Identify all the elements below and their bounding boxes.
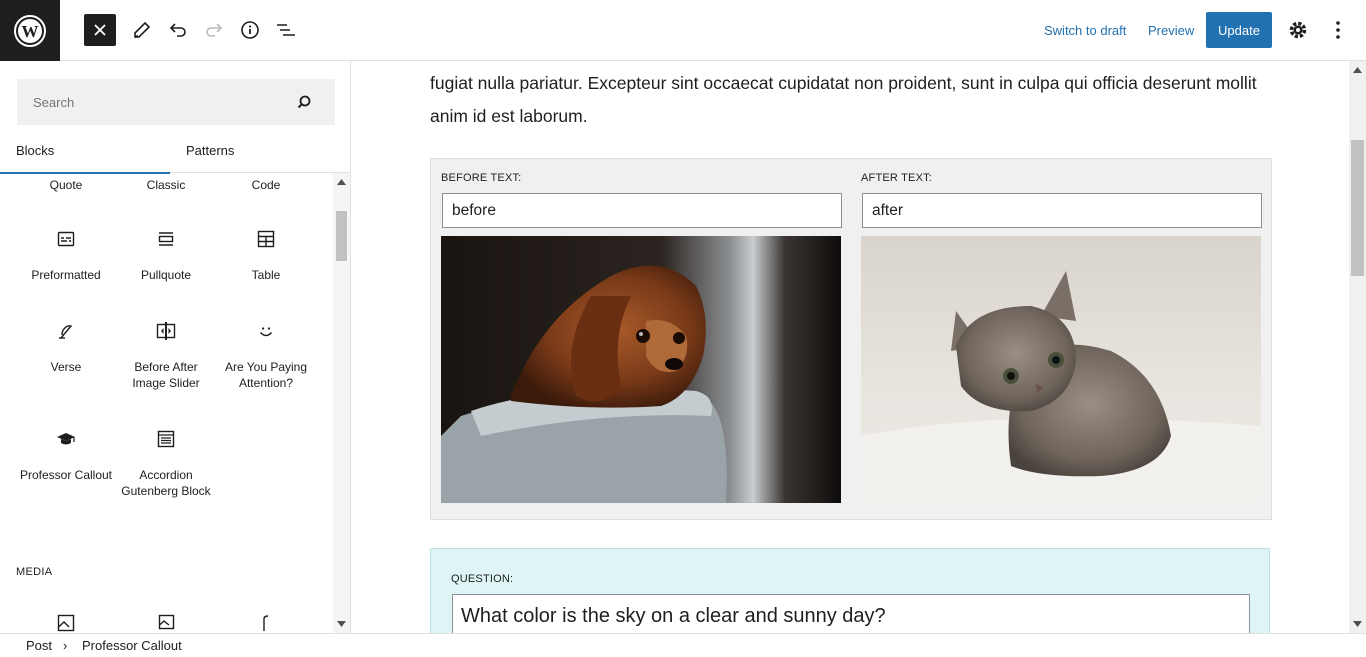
dog-photo xyxy=(441,236,841,503)
inserter-tabs: Blocks Patterns xyxy=(0,135,350,174)
redo-icon xyxy=(206,23,223,37)
are-you-paying-attention-block[interactable]: QUESTION: What color is the sky on a cle… xyxy=(430,548,1270,633)
preview-button[interactable]: Preview xyxy=(1148,22,1194,40)
vertical-ellipsis-icon xyxy=(1336,21,1340,39)
block-label: Before After Image Slider xyxy=(132,360,200,390)
smiley-icon xyxy=(259,327,273,337)
block-item-preformatted[interactable]: Preformatted xyxy=(16,229,116,283)
block-item-verse[interactable]: Verse xyxy=(16,321,116,375)
block-grid: Quote Classic Code Preformatted Pullquot… xyxy=(0,173,333,633)
tab-patterns[interactable]: Patterns xyxy=(170,135,340,173)
verse-icon xyxy=(59,325,73,339)
update-button[interactable]: Update xyxy=(1206,12,1272,48)
block-item-code[interactable]: Code xyxy=(216,177,316,193)
before-after-slider-block[interactable]: BEFORE TEXT: before AFTER TEXT: after xyxy=(430,158,1272,520)
after-text-input[interactable]: after xyxy=(862,193,1262,228)
options-button[interactable] xyxy=(1322,14,1354,46)
breadcrumb-separator: › xyxy=(63,638,68,653)
block-item-audio[interactable] xyxy=(216,613,316,633)
block-search-input[interactable]: Search xyxy=(17,79,335,125)
undo-icon xyxy=(169,23,186,37)
breadcrumb-post[interactable]: Post xyxy=(26,638,52,653)
block-item-classic[interactable]: Classic xyxy=(116,177,216,193)
switch-to-draft-button[interactable]: Switch to draft xyxy=(1044,22,1126,40)
tab-blocks[interactable]: Blocks xyxy=(0,135,170,174)
block-label: Table xyxy=(251,268,281,282)
scroll-up-icon xyxy=(1353,67,1362,73)
scroll-up-icon xyxy=(337,179,346,185)
search-placeholder: Search xyxy=(33,95,75,110)
audio-icon xyxy=(263,615,269,631)
breadcrumb-professor-callout[interactable]: Professor Callout xyxy=(82,638,182,653)
paragraph-block[interactable]: fugiat nulla pariatur. Excepteur sint oc… xyxy=(430,67,1270,133)
inserter-scrollbar-thumb[interactable] xyxy=(336,211,347,261)
scroll-down-icon xyxy=(1353,621,1362,627)
canvas-scrollbar-thumb[interactable] xyxy=(1351,140,1364,276)
category-media-heading: MEDIA xyxy=(16,566,53,578)
block-inserter-panel: Search Blocks Patterns Quote Classic Cod… xyxy=(0,61,351,633)
edit-tool-button[interactable] xyxy=(126,14,158,46)
block-item-before-after-image-slider[interactable]: Before After Image Slider xyxy=(116,321,216,391)
redo-button[interactable] xyxy=(198,14,230,46)
block-label: Accordion Gutenberg Block xyxy=(121,468,211,498)
before-text-input[interactable]: before xyxy=(442,193,842,228)
block-label: Quote xyxy=(49,178,83,192)
list-view-icon xyxy=(277,24,295,36)
block-item-professor-callout[interactable]: Professor Callout xyxy=(16,429,116,483)
search-icon xyxy=(297,95,311,109)
details-button[interactable] xyxy=(234,14,266,46)
close-inserter-button[interactable] xyxy=(84,14,116,46)
block-item-table[interactable]: Table xyxy=(216,229,316,283)
gear-icon xyxy=(1289,21,1307,39)
after-image[interactable] xyxy=(861,236,1261,503)
editor-header: W Switch to draft Preview Update xyxy=(0,0,1366,61)
block-label: Classic xyxy=(146,178,186,192)
block-item-are-you-paying-attention[interactable]: Are You Paying Attention? xyxy=(216,321,316,391)
scroll-down-icon xyxy=(337,621,346,627)
close-icon xyxy=(94,24,106,36)
editor-canvas: fugiat nulla pariatur. Excepteur sint oc… xyxy=(351,61,1349,633)
settings-button[interactable] xyxy=(1282,14,1314,46)
undo-button[interactable] xyxy=(162,14,194,46)
block-label: Professor Callout xyxy=(19,468,113,482)
info-icon xyxy=(241,21,259,39)
before-text-label: BEFORE TEXT: xyxy=(441,172,522,184)
block-item-image[interactable] xyxy=(16,613,116,633)
pencil-icon xyxy=(134,21,151,38)
question-label: QUESTION: xyxy=(451,573,514,585)
before-image[interactable] xyxy=(441,236,841,503)
image-slider-icon xyxy=(156,322,176,340)
block-item-pullquote[interactable]: Pullquote xyxy=(116,229,216,283)
pullquote-icon xyxy=(158,232,174,246)
graduation-cap-icon xyxy=(57,433,75,445)
block-label: Verse xyxy=(50,360,82,374)
wordpress-logo-icon[interactable]: W xyxy=(0,0,60,61)
block-item-gallery[interactable] xyxy=(116,613,216,633)
block-item-accordion-gutenberg-block[interactable]: Accordion Gutenberg Block xyxy=(116,429,216,499)
question-input[interactable]: What color is the sky on a clear and sun… xyxy=(452,594,1250,633)
svg-text:W: W xyxy=(22,22,39,41)
kitten-photo xyxy=(861,236,1261,503)
block-label: Are You Paying Attention? xyxy=(224,360,308,390)
block-breadcrumb: Post › Professor Callout xyxy=(0,633,1366,657)
gallery-icon xyxy=(158,614,175,630)
accordion-icon xyxy=(157,430,175,448)
after-text-label: AFTER TEXT: xyxy=(861,172,933,184)
block-item-quote[interactable]: Quote xyxy=(16,177,116,193)
block-label: Pullquote xyxy=(140,268,192,282)
list-view-button[interactable] xyxy=(270,14,302,46)
preformatted-icon xyxy=(57,231,75,247)
image-icon xyxy=(57,614,75,632)
block-label: Preformatted xyxy=(31,268,101,282)
block-label: Code xyxy=(251,178,281,192)
table-icon xyxy=(257,230,275,248)
